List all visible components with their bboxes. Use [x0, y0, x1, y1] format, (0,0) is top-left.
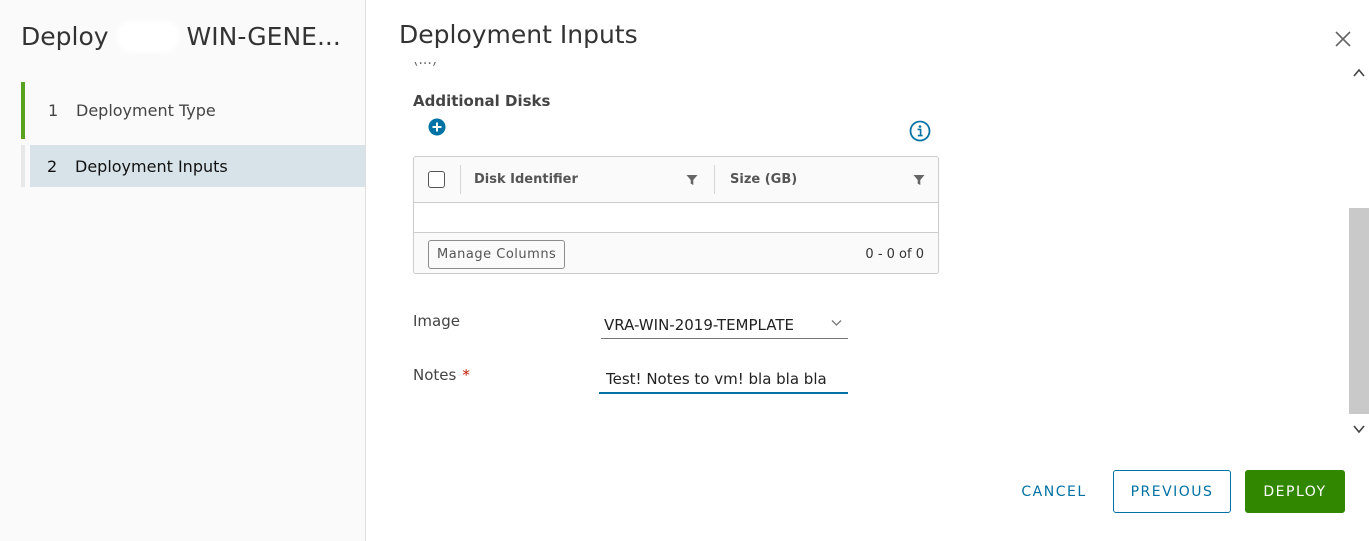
clipped-text: (...) [413, 62, 437, 68]
notes-input[interactable] [599, 362, 848, 394]
wizard-steps: 1 Deployment Type 2 Deployment Inputs [21, 82, 365, 187]
column-separator [460, 165, 461, 194]
scrollbar[interactable] [1349, 62, 1369, 440]
column-separator [714, 165, 715, 194]
datagrid-footer: Manage Columns 0 - 0 of 0 [414, 233, 938, 273]
step-number: 2 [47, 156, 58, 176]
form-scroll-area: (...) Additional Disks Disk Identifier S… [366, 62, 1349, 440]
manage-columns-button[interactable]: Manage Columns [428, 240, 566, 269]
wizard-title-suffix: WIN-GENE... [186, 22, 341, 51]
column-size-gb[interactable]: Size (GB) [730, 172, 797, 187]
scroll-up-icon[interactable] [1352, 66, 1366, 80]
image-label: Image [413, 312, 460, 330]
notes-label: Notes * [413, 366, 470, 384]
info-icon[interactable] [909, 120, 931, 142]
additional-disks-title: Additional Disks [413, 92, 551, 110]
cancel-button[interactable]: CANCEL [1008, 470, 1100, 513]
step-deployment-type[interactable]: 1 Deployment Type [21, 82, 365, 139]
column-disk-identifier[interactable]: Disk Identifier [474, 172, 578, 187]
redacted-text [118, 23, 177, 50]
close-button[interactable] [1333, 30, 1353, 50]
disks-datagrid: Disk Identifier Size (GB) Manage Columns… [413, 156, 939, 274]
step-label: Deployment Type [76, 101, 216, 120]
step-number: 1 [48, 101, 59, 120]
pagination-text: 0 - 0 of 0 [865, 247, 924, 262]
scrollbar-thumb[interactable] [1349, 208, 1369, 414]
image-select-value: VRA-WIN-2019-TEMPLATE [604, 316, 794, 334]
scroll-down-icon[interactable] [1352, 422, 1366, 436]
filter-icon[interactable] [913, 174, 925, 186]
datagrid-header: Disk Identifier Size (GB) [414, 157, 938, 203]
datagrid-body [414, 203, 938, 233]
select-all-checkbox[interactable] [428, 171, 445, 188]
previous-button[interactable]: PREVIOUS [1113, 470, 1231, 513]
step-deployment-inputs[interactable]: 2 Deployment Inputs [21, 145, 365, 187]
chevron-down-icon [831, 320, 842, 326]
required-marker: * [462, 366, 470, 384]
image-select[interactable]: VRA-WIN-2019-TEMPLATE [601, 310, 848, 339]
close-icon [1335, 31, 1351, 47]
wizard-title: Deploy WIN-GENE... [21, 22, 341, 51]
notes-label-text: Notes [413, 366, 457, 384]
wizard-title-prefix: Deploy [21, 22, 109, 51]
deploy-button[interactable]: DEPLOY [1245, 470, 1345, 513]
filter-icon[interactable] [686, 174, 698, 186]
add-disk-icon[interactable] [428, 118, 446, 136]
step-label: Deployment Inputs [75, 156, 228, 176]
page-title: Deployment Inputs [399, 20, 638, 49]
wizard-sidebar: Deploy WIN-GENE... 1 Deployment Type 2 D… [0, 0, 366, 541]
